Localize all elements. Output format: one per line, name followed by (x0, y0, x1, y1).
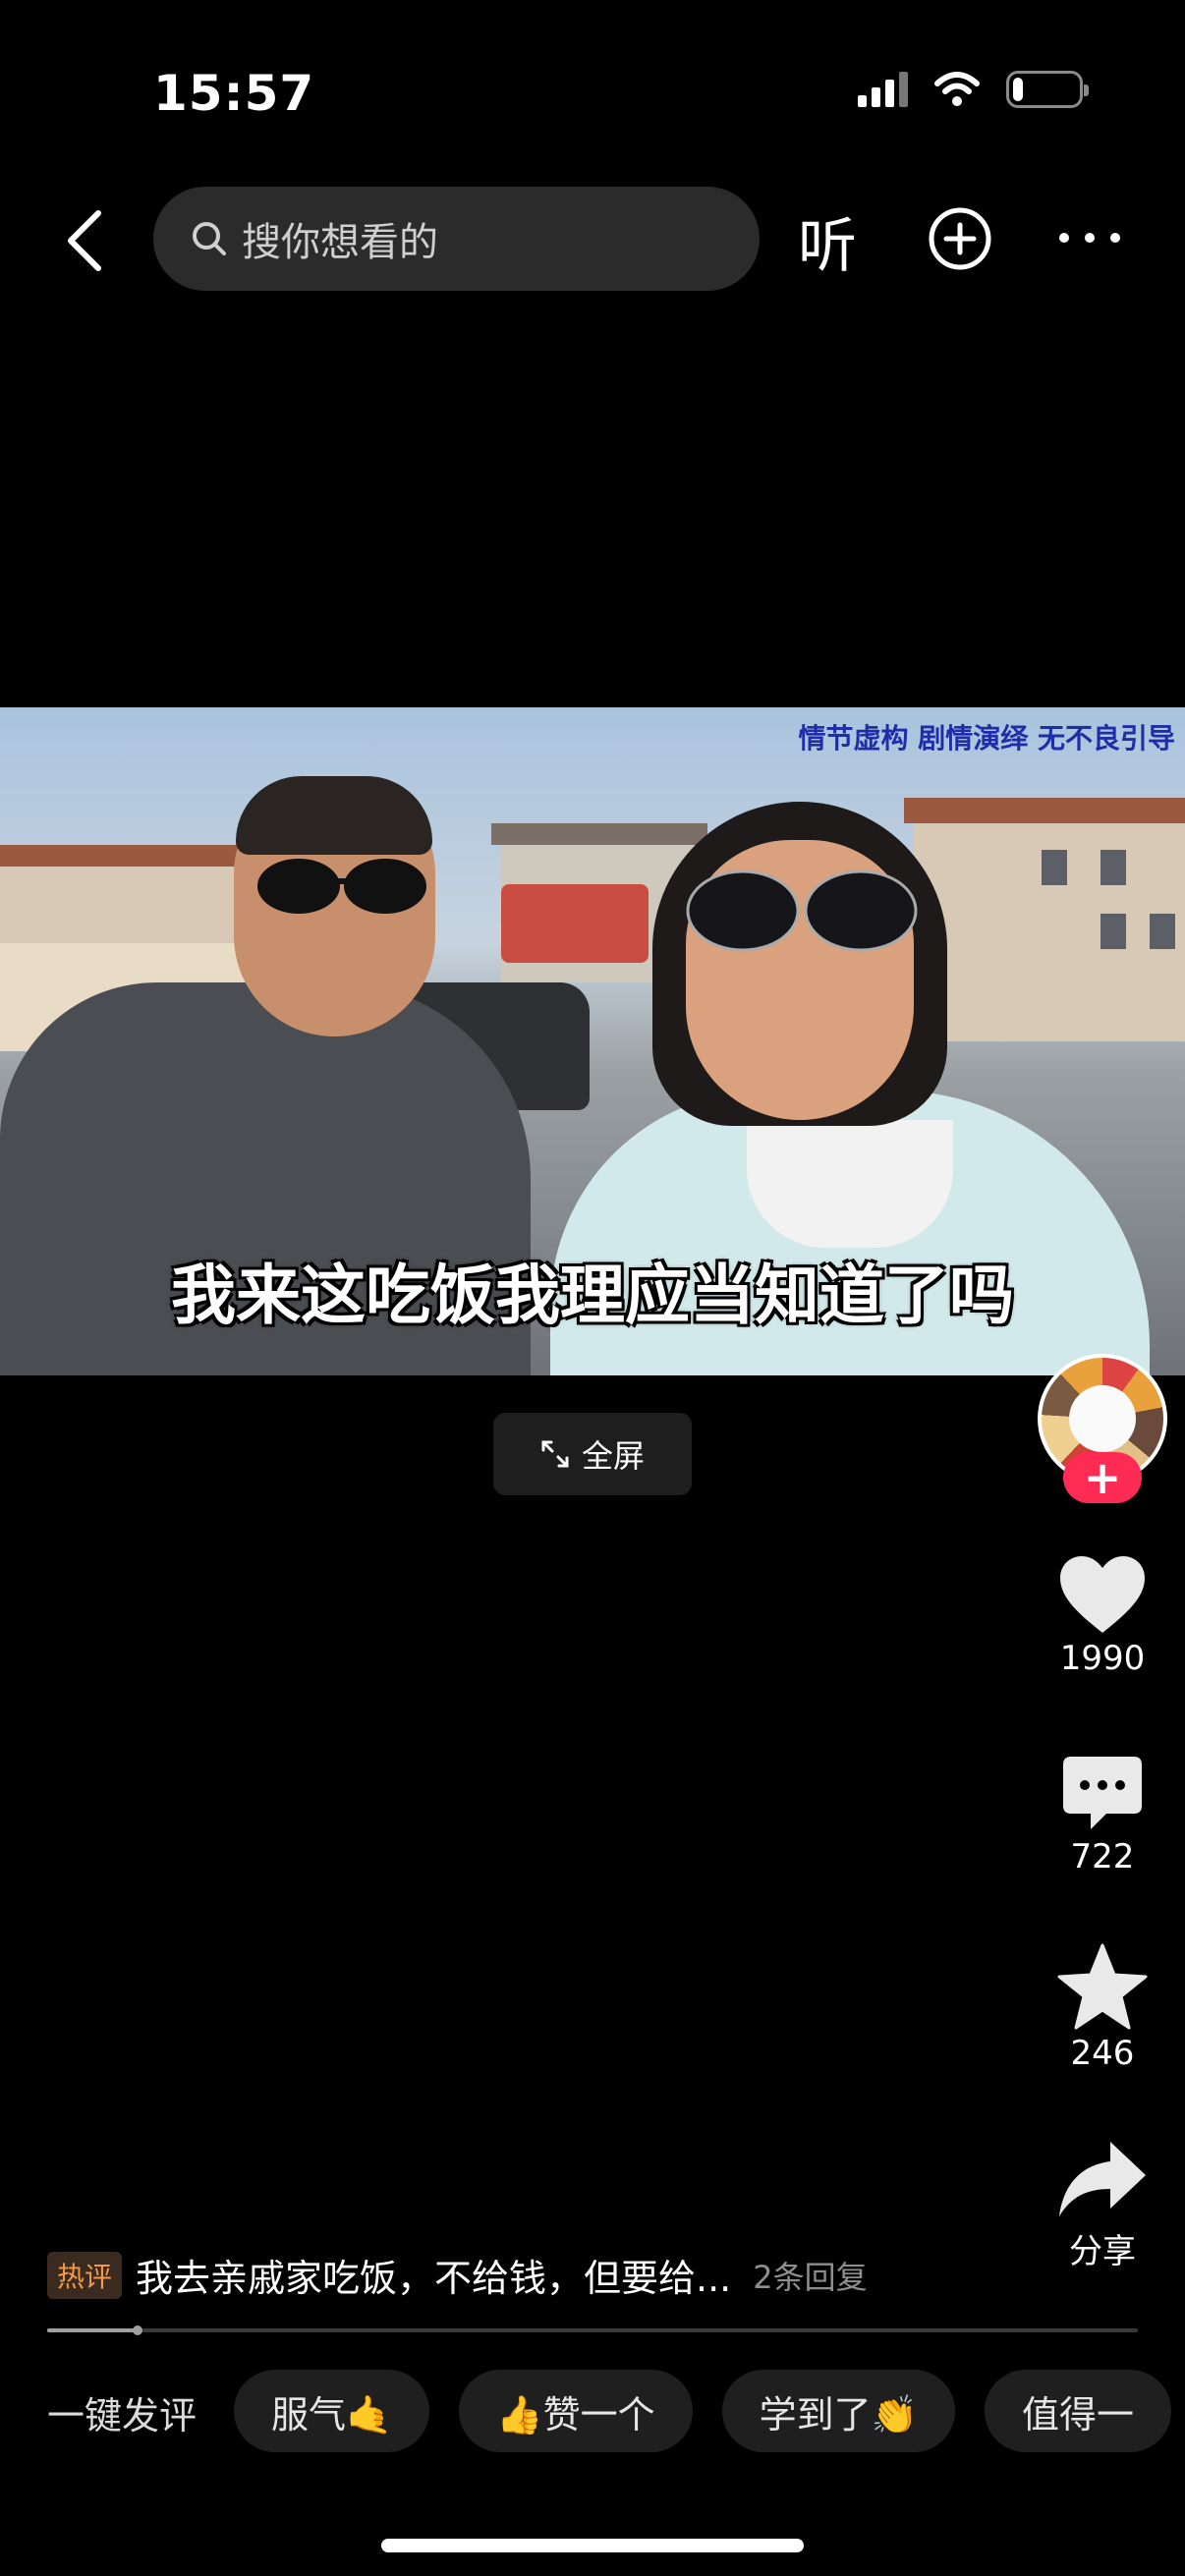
quick-reply-chip[interactable]: 学到了👏 (721, 2370, 955, 2452)
progress-knob[interactable] (133, 2325, 143, 2335)
expand-icon (541, 1440, 569, 1468)
share-button[interactable]: 分享 (1038, 2138, 1167, 2272)
search-input[interactable]: 搜你想看的 (153, 187, 760, 291)
share-label: 分享 (1069, 2232, 1136, 2271)
like-button[interactable]: 1990 (1038, 1554, 1167, 1678)
follow-button[interactable]: + (1063, 1452, 1142, 1503)
back-button[interactable] (55, 201, 114, 280)
quick-reply-chips: 服气🤙 👍赞一个 学到了👏 值得一 (234, 2370, 1171, 2452)
reply-count[interactable]: 2条回复 (753, 2253, 867, 2298)
video-player[interactable]: 情节虚构 剧情演绎 无不良引导 我来这吃饭我理应当知道了吗 (0, 707, 1185, 1375)
quick-comment-label: 一键发评 (47, 2394, 198, 2437)
status-time: 15:57 (153, 65, 315, 122)
share-arrow-icon (1059, 2142, 1146, 2216)
quick-reply-chip[interactable]: 服气🤙 (234, 2370, 430, 2452)
progress-fill (47, 2328, 139, 2332)
comment-icon (1063, 1757, 1142, 1829)
video-subtitle: 我来这吃饭我理应当知道了吗 (171, 1258, 1014, 1333)
home-indicator[interactable] (381, 2539, 804, 2552)
battery-level (1013, 78, 1023, 101)
cellular-signal-icon (858, 72, 908, 107)
star-icon (1057, 1943, 1148, 2030)
search-placeholder: 搜你想看的 (242, 220, 438, 265)
hot-comment-badge: 热评 (47, 2251, 123, 2299)
favorite-count: 246 (1070, 2034, 1135, 2073)
status-icons (858, 71, 1089, 108)
hot-comment[interactable]: 热评 我去亲戚家吃饭，不给钱，但要给... 2条回复 (47, 2248, 868, 2302)
quick-reply-chip[interactable]: 值得一 (984, 2370, 1171, 2452)
fullscreen-label: 全屏 (581, 1437, 645, 1475)
search-icon (193, 222, 226, 255)
video-disclaimer: 情节虚构 剧情演绎 无不良引导 (798, 722, 1176, 755)
listen-button[interactable]: 听 (798, 198, 857, 284)
wifi-icon (934, 72, 980, 106)
quick-reply-chip[interactable]: 👍赞一个 (459, 2370, 693, 2452)
more-options-button[interactable] (1059, 226, 1120, 250)
fullscreen-button[interactable]: 全屏 (493, 1413, 692, 1495)
like-count: 1990 (1059, 1639, 1146, 1678)
comment-button[interactable]: 722 (1038, 1755, 1167, 1876)
add-circle-icon[interactable] (928, 206, 992, 271)
favorite-button[interactable]: 246 (1038, 1943, 1167, 2073)
video-progress-bar[interactable] (47, 2325, 1138, 2335)
battery-icon (1006, 71, 1089, 108)
chevron-left-icon (68, 210, 101, 271)
hot-comment-text: 我去亲戚家吃饭，不给钱，但要给... (136, 2257, 732, 2300)
heart-icon (1060, 1556, 1145, 1633)
comment-count: 722 (1070, 1837, 1135, 1876)
